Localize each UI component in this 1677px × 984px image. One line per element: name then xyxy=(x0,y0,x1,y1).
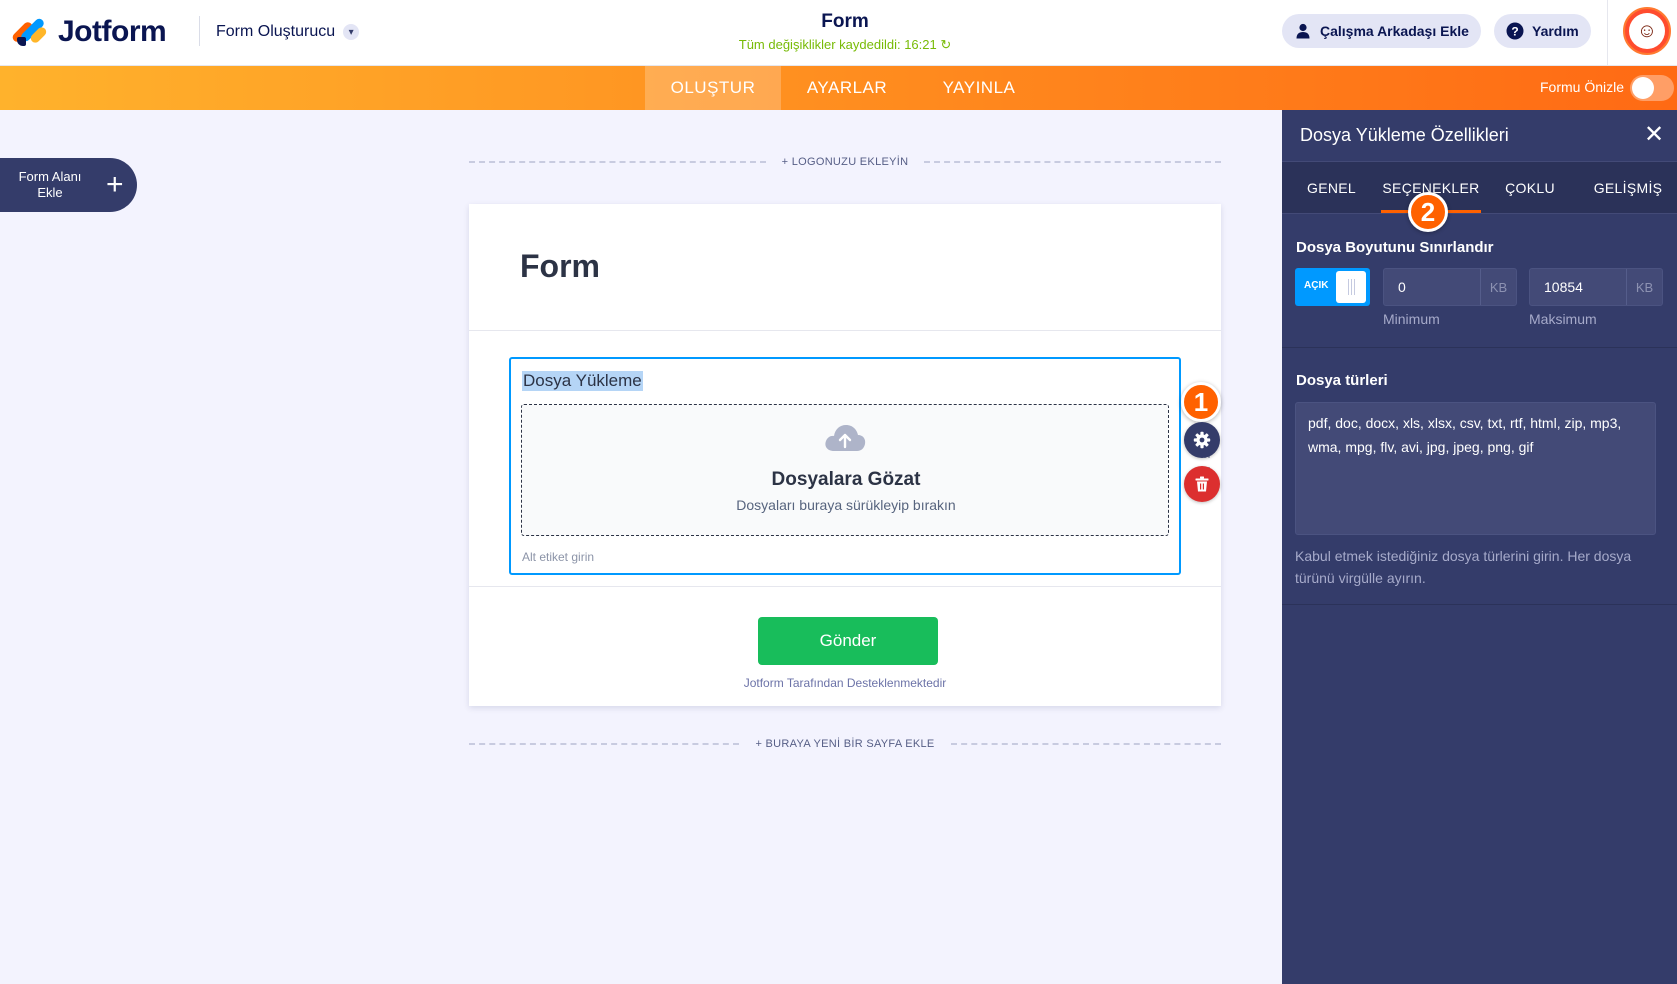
header-divider xyxy=(199,16,200,46)
min-size-unit: KB xyxy=(1480,269,1516,305)
panel-divider xyxy=(1282,604,1677,605)
chevron-down-icon: ▾ xyxy=(343,24,360,40)
toggle-knob xyxy=(1336,271,1366,303)
tab-advanced[interactable]: GELİŞMİŞ xyxy=(1579,162,1677,214)
help-label: Yardım xyxy=(1532,23,1579,39)
upload-field-label[interactable]: Dosya Yükleme xyxy=(522,371,643,391)
panel-divider xyxy=(1282,347,1677,348)
powered-by-text: Jotform Tarafından Desteklenmektedir xyxy=(743,676,947,690)
browse-files-title[interactable]: Dosyalara Gözat xyxy=(522,469,1170,491)
gear-icon xyxy=(1193,431,1211,449)
file-upload-field[interactable]: Dosya Yükleme Dosyalara Gözat Dosyaları … xyxy=(509,357,1210,575)
panel-tabs: GENEL SEÇENEKLER ÇOKLU GELİŞMİŞ xyxy=(1282,161,1677,214)
add-logo-row[interactable]: + LOGONUZU EKLEYİN xyxy=(469,152,1221,172)
step-callout-2: 2 xyxy=(1408,192,1448,232)
max-size-unit: KB xyxy=(1626,269,1662,305)
invite-collaborator-button[interactable]: Çalışma Arkadaşı Ekle xyxy=(1282,14,1481,48)
builder-nav: OLUŞTUR AYARLAR YAYINLA Formu Önizle xyxy=(0,66,1677,110)
file-types-title: Dosya türleri xyxy=(1296,372,1388,389)
preview-label: Formu Önizle xyxy=(1540,79,1625,95)
limit-size-toggle[interactable]: AÇIK xyxy=(1295,268,1370,306)
tab-general[interactable]: GENEL xyxy=(1282,162,1381,214)
toggle-on-label: AÇIK xyxy=(1304,280,1329,291)
add-form-element-button[interactable]: Form Alanı Ekle + xyxy=(0,158,137,212)
file-types-help: Kabul etmek istediğiniz dosya türlerini … xyxy=(1295,548,1632,586)
limit-size-title: Dosya Boyutunu Sınırlandır xyxy=(1296,239,1494,256)
avatar[interactable]: ☺ xyxy=(1623,7,1671,55)
drop-zone[interactable]: Dosyalara Gözat Dosyaları buraya sürükle… xyxy=(521,404,1169,536)
top-header: Jotform Form Oluşturucu ▾ Form Tüm değiş… xyxy=(0,0,1677,66)
sublabel-input[interactable]: Alt etiket girin xyxy=(522,550,594,564)
avatar-separator xyxy=(1607,0,1608,66)
card-divider xyxy=(469,586,1221,587)
help-button[interactable]: ? Yardım xyxy=(1494,14,1591,48)
submit-button[interactable]: Gönder xyxy=(758,617,938,665)
form-heading[interactable]: Form xyxy=(520,248,600,285)
card-divider xyxy=(469,330,1221,331)
trash-icon xyxy=(1195,476,1209,492)
tab-build[interactable]: OLUŞTUR xyxy=(645,66,781,110)
step-callout-1: 1 xyxy=(1181,382,1221,422)
form-card: Form Dosya Yükleme Dosyalara Gözat Dosya… xyxy=(469,204,1221,706)
builder-dropdown[interactable]: Form Oluşturucu ▾ xyxy=(216,20,360,44)
add-page-link[interactable]: + BURAYA YENİ BİR SAYFA EKLE xyxy=(739,738,950,750)
plus-icon: + xyxy=(106,168,124,201)
max-size-input[interactable]: 10854 KB xyxy=(1529,268,1663,306)
tab-publish[interactable]: YAYINLA xyxy=(913,66,1045,110)
tab-settings[interactable]: AYARLAR xyxy=(781,66,913,110)
jotform-logo[interactable]: Jotform xyxy=(10,14,192,50)
max-caption: Maksimum xyxy=(1529,311,1597,327)
properties-panel: Dosya Yükleme Özellikleri ✕ GENEL SEÇENE… xyxy=(1282,110,1677,984)
min-size-value: 0 xyxy=(1398,279,1406,295)
add-field-label: Form Alanı Ekle xyxy=(18,169,82,200)
help-icon: ? xyxy=(1506,22,1524,40)
logo-text: Jotform xyxy=(58,15,167,48)
invite-label: Çalışma Arkadaşı Ekle xyxy=(1320,23,1469,39)
panel-title: Dosya Yükleme Özellikleri xyxy=(1300,125,1509,145)
user-icon xyxy=(1294,22,1312,40)
builder-label: Form Oluşturucu xyxy=(216,23,336,40)
delete-field-button[interactable] xyxy=(1184,466,1220,502)
logo-icon xyxy=(10,16,49,48)
field-properties-button[interactable] xyxy=(1184,422,1220,458)
min-caption: Minimum xyxy=(1383,311,1440,327)
cloud-upload-icon xyxy=(825,425,866,451)
svg-text:?: ? xyxy=(1511,25,1518,39)
drag-drop-hint: Dosyaları buraya sürükleyip bırakın xyxy=(736,497,956,513)
preview-toggle[interactable] xyxy=(1630,75,1674,101)
close-icon[interactable]: ✕ xyxy=(1642,123,1666,147)
add-logo-link[interactable]: + LOGONUZU EKLEYİN xyxy=(766,156,925,168)
avatar-icon: ☺ xyxy=(1629,13,1665,49)
add-page-row[interactable]: + BURAYA YENİ BİR SAYFA EKLE xyxy=(469,734,1222,754)
tab-multiple[interactable]: ÇOKLU xyxy=(1481,162,1579,214)
min-size-input[interactable]: 0 KB xyxy=(1383,268,1517,306)
form-name[interactable]: Form xyxy=(760,11,930,33)
max-size-value: 10854 xyxy=(1544,279,1583,295)
save-status: Tüm değişiklikler kaydedildi: 16:21 ↻ xyxy=(738,37,952,52)
file-types-textarea[interactable]: pdf, doc, docx, xls, xlsx, csv, txt, rtf… xyxy=(1295,402,1656,535)
